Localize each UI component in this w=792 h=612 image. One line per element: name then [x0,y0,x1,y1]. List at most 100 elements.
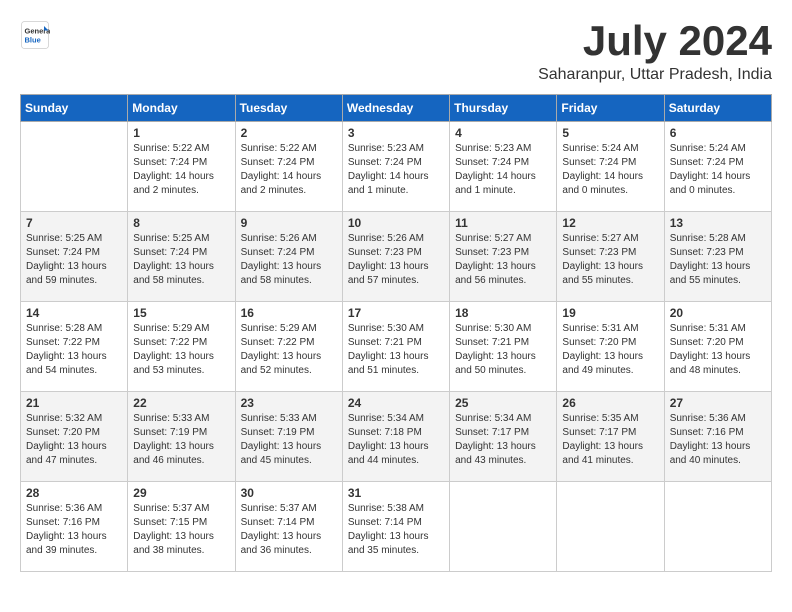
day-number: 27 [670,396,766,410]
calendar-cell: 13Sunrise: 5:28 AM Sunset: 7:23 PM Dayli… [664,212,771,302]
calendar-cell [21,122,128,212]
day-number: 13 [670,216,766,230]
day-number: 6 [670,126,766,140]
column-header-friday: Friday [557,95,664,122]
column-header-saturday: Saturday [664,95,771,122]
day-info: Sunrise: 5:32 AM Sunset: 7:20 PM Dayligh… [26,412,122,468]
day-number: 29 [133,486,229,500]
day-info: Sunrise: 5:29 AM Sunset: 7:22 PM Dayligh… [241,322,337,378]
calendar-cell: 20 Sunrise: 5:31 AM Sunset: 7:20 PM Dayli… [664,302,771,392]
day-number: 14 [26,306,122,320]
day-number: 1 [133,126,229,140]
calendar-cell [664,482,771,572]
location: Saharanpur, Uttar Pradesh, India [538,66,772,84]
calendar-week-1: 1 Sunrise: 5:22 AM Sunset: 7:24 PM Daylig… [21,122,772,212]
column-header-tuesday: Tuesday [235,95,342,122]
column-header-wednesday: Wednesday [342,95,449,122]
calendar-cell: 23 Sunrise: 5:33 AM Sunset: 7:19 PM Dayli… [235,392,342,482]
calendar-cell: 12Sunrise: 5:27 AM Sunset: 7:23 PM Dayli… [557,212,664,302]
day-number: 19 [562,306,658,320]
calendar-cell: 17 Sunrise: 5:30 AM Sunset: 7:21 PM Dayli… [342,302,449,392]
day-number: 24 [348,396,444,410]
day-number: 18 [455,306,551,320]
calendar-cell: 15 Sunrise: 5:29 AM Sunset: 7:22 PM Dayli… [128,302,235,392]
calendar-cell: 7 Sunrise: 5:25 AM Sunset: 7:24 PM Daylig… [21,212,128,302]
logo: General Blue [20,20,50,50]
day-info: Sunrise: 5:29 AM Sunset: 7:22 PM Dayligh… [133,322,229,378]
calendar-cell: 26Sunrise: 5:35 AM Sunset: 7:17 PM Dayli… [557,392,664,482]
day-info: Sunrise: 5:28 AM Sunset: 7:22 PM Dayligh… [26,322,122,378]
calendar-cell: 3Sunrise: 5:23 AM Sunset: 7:24 PM Daylig… [342,122,449,212]
day-info: Sunrise: 5:36 AM Sunset: 7:16 PM Dayligh… [26,502,122,558]
calendar-cell: 21 Sunrise: 5:32 AM Sunset: 7:20 PM Dayli… [21,392,128,482]
day-info: Sunrise: 5:24 AM Sunset: 7:24 PM Dayligh… [670,142,766,198]
day-info: Sunrise: 5:37 AM Sunset: 7:15 PM Dayligh… [133,502,229,558]
day-info: Sunrise: 5:26 AM Sunset: 7:23 PM Dayligh… [348,232,444,288]
day-number: 21 [26,396,122,410]
day-info: Sunrise: 5:23 AM Sunset: 7:24 PM Dayligh… [455,142,551,198]
day-info: Sunrise: 5:22 AM Sunset: 7:24 PM Dayligh… [241,142,337,198]
day-number: 15 [133,306,229,320]
calendar-cell: 1 Sunrise: 5:22 AM Sunset: 7:24 PM Daylig… [128,122,235,212]
svg-text:Blue: Blue [25,36,41,45]
svg-text:General: General [25,27,51,36]
calendar-cell: 5 Sunrise: 5:24 AM Sunset: 7:24 PM Daylig… [557,122,664,212]
calendar-cell: 2 Sunrise: 5:22 AM Sunset: 7:24 PM Daylig… [235,122,342,212]
day-info: Sunrise: 5:31 AM Sunset: 7:20 PM Dayligh… [562,322,658,378]
calendar-week-2: 7 Sunrise: 5:25 AM Sunset: 7:24 PM Daylig… [21,212,772,302]
calendar-cell: 27Sunrise: 5:36 AM Sunset: 7:16 PM Dayli… [664,392,771,482]
day-number: 16 [241,306,337,320]
logo-icon: General Blue [20,20,50,50]
calendar-cell: 28 Sunrise: 5:36 AM Sunset: 7:16 PM Dayli… [21,482,128,572]
calendar-cell: 29 Sunrise: 5:37 AM Sunset: 7:15 PM Dayli… [128,482,235,572]
calendar-week-5: 28 Sunrise: 5:36 AM Sunset: 7:16 PM Dayli… [21,482,772,572]
calendar-week-4: 21 Sunrise: 5:32 AM Sunset: 7:20 PM Dayli… [21,392,772,482]
column-header-monday: Monday [128,95,235,122]
day-number: 7 [26,216,122,230]
calendar-cell: 30 Sunrise: 5:37 AM Sunset: 7:14 PM Dayli… [235,482,342,572]
title-block: July 2024 Saharanpur, Uttar Pradesh, Ind… [538,20,772,84]
day-number: 5 [562,126,658,140]
calendar-cell: 22Sunrise: 5:33 AM Sunset: 7:19 PM Dayli… [128,392,235,482]
day-info: Sunrise: 5:27 AM Sunset: 7:23 PM Dayligh… [455,232,551,288]
calendar-cell [557,482,664,572]
day-info: Sunrise: 5:30 AM Sunset: 7:21 PM Dayligh… [348,322,444,378]
calendar-cell: 11Sunrise: 5:27 AM Sunset: 7:23 PM Dayli… [450,212,557,302]
calendar-cell: 6 Sunrise: 5:24 AM Sunset: 7:24 PM Daylig… [664,122,771,212]
day-info: Sunrise: 5:34 AM Sunset: 7:18 PM Dayligh… [348,412,444,468]
day-info: Sunrise: 5:33 AM Sunset: 7:19 PM Dayligh… [133,412,229,468]
day-number: 20 [670,306,766,320]
calendar-cell: 18 Sunrise: 5:30 AM Sunset: 7:21 PM Dayli… [450,302,557,392]
calendar-cell: 31Sunrise: 5:38 AM Sunset: 7:14 PM Dayli… [342,482,449,572]
calendar-cell [450,482,557,572]
day-info: Sunrise: 5:38 AM Sunset: 7:14 PM Dayligh… [348,502,444,558]
day-info: Sunrise: 5:35 AM Sunset: 7:17 PM Dayligh… [562,412,658,468]
day-info: Sunrise: 5:25 AM Sunset: 7:24 PM Dayligh… [26,232,122,288]
day-number: 30 [241,486,337,500]
day-info: Sunrise: 5:31 AM Sunset: 7:20 PM Dayligh… [670,322,766,378]
day-number: 10 [348,216,444,230]
day-number: 28 [26,486,122,500]
calendar-cell: 14 Sunrise: 5:28 AM Sunset: 7:22 PM Dayli… [21,302,128,392]
day-info: Sunrise: 5:22 AM Sunset: 7:24 PM Dayligh… [133,142,229,198]
day-number: 2 [241,126,337,140]
calendar-cell: 19 Sunrise: 5:31 AM Sunset: 7:20 PM Dayli… [557,302,664,392]
day-info: Sunrise: 5:24 AM Sunset: 7:24 PM Dayligh… [562,142,658,198]
calendar-cell: 9Sunrise: 5:26 AM Sunset: 7:24 PM Daylig… [235,212,342,302]
day-info: Sunrise: 5:25 AM Sunset: 7:24 PM Dayligh… [133,232,229,288]
calendar-cell: 24 Sunrise: 5:34 AM Sunset: 7:18 PM Dayli… [342,392,449,482]
day-number: 17 [348,306,444,320]
day-number: 23 [241,396,337,410]
day-info: Sunrise: 5:33 AM Sunset: 7:19 PM Dayligh… [241,412,337,468]
day-info: Sunrise: 5:30 AM Sunset: 7:21 PM Dayligh… [455,322,551,378]
column-header-sunday: Sunday [21,95,128,122]
day-number: 4 [455,126,551,140]
calendar-header-row: SundayMondayTuesdayWednesdayThursdayFrid… [21,95,772,122]
calendar-cell: 8 Sunrise: 5:25 AM Sunset: 7:24 PM Daylig… [128,212,235,302]
day-number: 8 [133,216,229,230]
day-number: 25 [455,396,551,410]
day-info: Sunrise: 5:37 AM Sunset: 7:14 PM Dayligh… [241,502,337,558]
day-number: 3 [348,126,444,140]
month-title: July 2024 [538,20,772,62]
day-info: Sunrise: 5:26 AM Sunset: 7:24 PM Dayligh… [241,232,337,288]
